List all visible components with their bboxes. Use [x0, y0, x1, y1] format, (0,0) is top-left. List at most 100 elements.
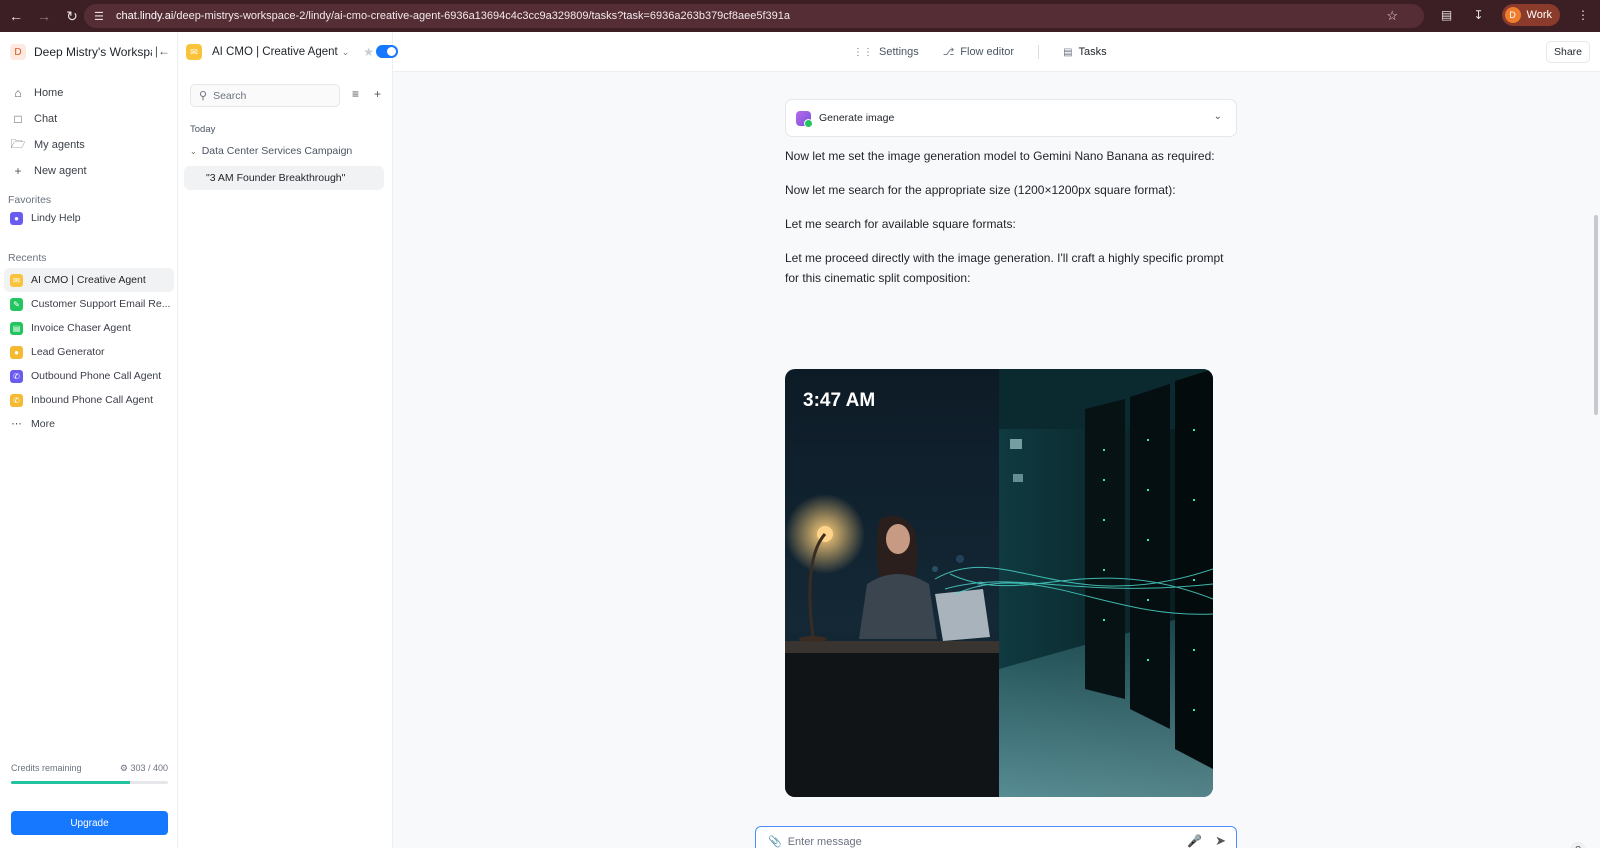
document-icon: ▤ [10, 321, 23, 335]
favorites-heading: Favorites [8, 194, 52, 206]
tool-call-label: Generate image [819, 112, 895, 124]
chevron-down-icon: ⌄ [190, 146, 197, 156]
credits-progress-fill [11, 781, 130, 784]
download-icon[interactable]: ↧ [1470, 6, 1488, 24]
favorite-lindy-help[interactable]: ● Lindy Help [4, 206, 174, 230]
recent-inbound-phone-call-agent[interactable]: ✆ Inbound Phone Call Agent [4, 388, 174, 412]
favorite-star-icon[interactable]: ★ [363, 45, 374, 59]
workspace-switcher[interactable]: D Deep Mistry's Workspace |← [10, 42, 170, 62]
pencil-icon: ✎ [10, 297, 23, 311]
generated-image-illustration: 3:47 AM [785, 369, 1213, 797]
app-window: D Deep Mistry's Workspace |← ⌂Home □Chat… [0, 32, 1600, 848]
credits-label: Credits remaining [11, 763, 82, 773]
phone-icon: ✆ [10, 369, 23, 383]
recent-outbound-phone-call-agent[interactable]: ✆ Outbound Phone Call Agent [4, 364, 174, 388]
message-composer[interactable]: 📎 🎤 ➤ [755, 826, 1237, 848]
task-panel: ✉ AI CMO | Creative Agent ⌄ ★ ⚲ ≡ + Toda… [178, 32, 398, 848]
credits-meter: Credits remaining ⚙ 303 / 400 [11, 763, 168, 784]
address-bar[interactable]: ☰ chat.lindy.ai/deep-mistrys-workspace-2… [84, 4, 1424, 28]
share-button[interactable]: Share [1546, 41, 1590, 63]
credits-value: 303 / 400 [130, 763, 168, 773]
assistant-message: Let me proceed directly with the image g… [785, 251, 1224, 285]
assistant-message: Now let me set the image generation mode… [785, 149, 1215, 163]
task-search-input[interactable] [213, 89, 324, 102]
nav-new-agent[interactable]: + New agent [4, 158, 174, 184]
tab-settings[interactable]: ⋮⋮ Settings [853, 46, 919, 58]
workspace-name: Deep Mistry's Workspace [34, 45, 152, 59]
image-time-text: 3:47 AM [803, 390, 875, 411]
tab-flow-editor[interactable]: ⎇ Flow editor [943, 46, 1014, 58]
nav-my-agents[interactable]: 🗁 My agents [4, 132, 174, 158]
back-arrow-icon[interactable]: ← [4, 4, 28, 28]
recents-more[interactable]: ⋯ More [4, 412, 174, 436]
bookmark-star-icon[interactable]: ☆ [1386, 8, 1398, 24]
more-vertical-icon[interactable]: ⋮ [1574, 6, 1592, 24]
recent-customer-support-email[interactable]: ✎ Customer Support Email Re... [4, 292, 174, 316]
filter-icon[interactable]: ≡ [352, 87, 359, 101]
chevron-down-icon[interactable]: ⌄ [1214, 111, 1222, 122]
workspace-avatar: D [10, 44, 26, 60]
profile-chip[interactable]: D Work [1501, 4, 1560, 26]
folder-icon: 🗁 [10, 136, 26, 151]
main-nav: ⌂ Home □ Chat 🗁 My agents + New agent [4, 80, 174, 184]
gear-icon: ⚙ [119, 763, 128, 773]
tab-divider [1038, 45, 1040, 59]
agent-name: AI CMO | Creative Agent [212, 46, 338, 58]
collapse-sidebar-icon[interactable]: |← [155, 44, 170, 58]
task-search[interactable]: ⚲ [190, 84, 340, 107]
profile-avatar: D [1504, 7, 1521, 23]
attachment-icon[interactable]: 📎 [768, 835, 782, 848]
view-tabs: ⋮⋮ Settings ⎇ Flow editor ▤ Tasks [853, 32, 1131, 72]
task-group-header[interactable]: ⌄ Data Center Services Campaign [190, 145, 352, 157]
upgrade-button[interactable]: Upgrade [11, 811, 168, 835]
phone-icon: ✆ [10, 393, 23, 407]
help-button[interactable]: ? [1570, 842, 1586, 848]
plus-icon: + [14, 164, 22, 178]
home-icon: ⌂ [14, 86, 22, 100]
flow-icon: ⎇ [942, 46, 955, 58]
users-icon: ● [10, 345, 23, 359]
add-task-icon[interactable]: + [374, 87, 381, 101]
chat-icon: □ [14, 112, 22, 126]
url-text: chat.lindy.ai/deep-mistrys-workspace-2/l… [116, 10, 790, 22]
tab-tasks[interactable]: ▤ Tasks [1063, 46, 1107, 58]
task-group-date: Today [190, 124, 216, 135]
conversation-scrollbar[interactable] [1594, 215, 1598, 415]
browser-toolbar: ← → ↻ ☰ chat.lindy.ai/deep-mistrys-works… [0, 0, 1600, 32]
profile-label: Work [1526, 9, 1552, 21]
image-generation-icon [796, 110, 813, 128]
credits-progress-bar [11, 781, 168, 784]
forward-arrow-icon[interactable]: → [32, 4, 56, 28]
recent-ai-cmo-creative-agent[interactable]: ✉ AI CMO | Creative Agent [4, 268, 174, 292]
document-icon: ▤ [1063, 46, 1073, 58]
recents-list: ✉ AI CMO | Creative Agent ✎ Customer Sup… [4, 268, 174, 436]
nav-chat[interactable]: □ Chat [4, 106, 174, 132]
task-group-name: Data Center Services Campaign [201, 145, 353, 157]
microphone-icon[interactable]: 🎤 [1187, 834, 1202, 848]
tool-call-card[interactable]: Generate image ⌄ [785, 99, 1237, 137]
chat-bubble-icon: ● [10, 211, 23, 225]
cast-icon[interactable]: ▤ [1438, 6, 1456, 24]
search-icon: ⚲ [199, 90, 208, 102]
agent-enabled-toggle[interactable] [376, 45, 398, 58]
recent-lead-generator[interactable]: ● Lead Generator [4, 340, 174, 364]
conversation-area: Generate image ⌄ Now let me set the imag… [393, 72, 1600, 848]
favorites-list: ● Lindy Help [4, 206, 174, 230]
more-horizontal-icon: ⋯ [11, 418, 22, 430]
assistant-message: Let me search for available square forma… [785, 217, 1016, 231]
assistant-message: Now let me search for the appropriate si… [785, 183, 1176, 197]
generated-image[interactable]: 3:47 AM [785, 369, 1213, 797]
task-item-active[interactable]: "3 AM Founder Breakthrough" [184, 166, 384, 190]
nav-home[interactable]: ⌂ Home [4, 80, 174, 106]
recent-invoice-chaser-agent[interactable]: ▤ Invoice Chaser Agent [4, 316, 174, 340]
mail-icon: ✉ [10, 273, 23, 287]
send-icon[interactable]: ➤ [1215, 833, 1226, 848]
recents-heading: Recents [8, 252, 47, 264]
site-settings-icon[interactable]: ☰ [94, 9, 108, 23]
agent-switcher[interactable]: ✉ AI CMO | Creative Agent ⌄ ★ [186, 42, 374, 62]
credits-value-wrap: ⚙ 303 / 400 [120, 763, 168, 774]
chevron-down-icon: ⌄ [341, 46, 350, 57]
message-input[interactable] [787, 835, 1178, 848]
left-sidebar: D Deep Mistry's Workspace |← ⌂Home □Chat… [0, 32, 178, 848]
reload-icon[interactable]: ↻ [60, 4, 84, 28]
